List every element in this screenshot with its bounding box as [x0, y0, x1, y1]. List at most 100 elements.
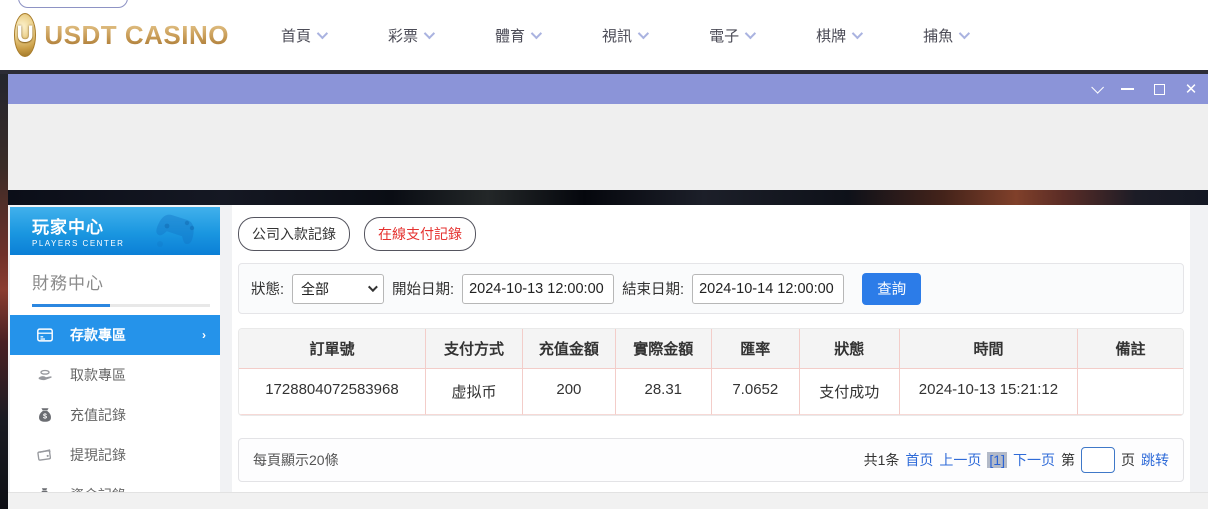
nav-item-label: 彩票	[388, 27, 419, 45]
logo-wordmark: USDT CASINO	[44, 19, 229, 50]
footer-strip	[8, 492, 1208, 509]
sidebar-item-label: 取款專區	[70, 367, 126, 383]
column-header: 實際金額	[615, 329, 712, 369]
close-icon: ✕	[1184, 80, 1198, 98]
sidebar-item-withdrawal-record[interactable]: 提現記錄	[10, 435, 220, 475]
nav-item-sports[interactable]: 體育	[495, 25, 543, 46]
collapse-chevron-icon	[1090, 80, 1104, 94]
column-header: 備註	[1078, 329, 1183, 369]
nav-item-lottery[interactable]: 彩票	[388, 25, 436, 46]
tab-company-deposit-record[interactable]: 公司入款記錄	[238, 217, 350, 251]
sidebar-item-recharge-record[interactable]: $ 充值記錄	[10, 395, 220, 435]
first-page-link[interactable]: 首页	[905, 450, 933, 470]
column-header: 匯率	[711, 329, 800, 369]
sidebar-item-label: 充值記錄	[70, 407, 126, 423]
cell-actual-amount: 28.31	[615, 369, 712, 415]
minimize-icon	[1120, 88, 1134, 90]
end-date-label: 結束日期:	[622, 282, 685, 298]
cell-time: 2024-10-13 15:21:12	[899, 369, 1079, 415]
sidebar-menu: 存款專區 › 取款專區 $ 充值記錄 提現記錄 資金記錄	[10, 315, 220, 492]
window-maximize-button[interactable]	[1144, 74, 1174, 104]
next-page-link[interactable]: 下一页	[1013, 450, 1055, 470]
pager: 共1条 首页 上一页 [1] 下一页 第 页 跳转	[864, 447, 1169, 473]
cell-recharge-amount: 200	[523, 369, 616, 415]
nav-item-fishing[interactable]: 捕魚	[923, 25, 971, 46]
column-header: 訂單號	[239, 329, 426, 369]
chevron-right-icon: ›	[202, 328, 206, 342]
top-navigation: U USDT CASINO 首頁 彩票 體育 視訊 電子 棋牌 捕魚	[0, 0, 1208, 70]
background-photo-strip	[0, 70, 8, 509]
section-title: 財務中心	[32, 274, 104, 293]
nav-item-live[interactable]: 視訊	[602, 25, 650, 46]
nav-item-label: 棋牌	[816, 27, 847, 45]
sidebar-item-label: 資金記錄	[70, 485, 206, 492]
nav-item-slots[interactable]: 電子	[709, 25, 757, 46]
withdraw-hand-icon	[36, 366, 54, 384]
svg-text:$: $	[43, 412, 47, 421]
cell-status: 支付成功	[799, 369, 900, 415]
sidebar-item-deposit[interactable]: 存款專區 ›	[10, 315, 220, 355]
cell-payment-method: 虚拟币	[425, 369, 524, 415]
window-titlebar: ✕	[8, 74, 1208, 104]
nav-item-home[interactable]: 首頁	[281, 25, 329, 46]
column-header: 支付方式	[425, 329, 524, 369]
jump-prefix-label: 第	[1061, 452, 1075, 468]
page-size-text: 每頁顯示20條	[253, 452, 339, 468]
sidebar-item-funds-record[interactable]: 資金記錄	[10, 475, 220, 492]
chevron-down-icon	[637, 27, 650, 40]
page-jump-input[interactable]	[1081, 447, 1115, 473]
start-date-input[interactable]	[462, 273, 615, 304]
column-header: 狀態	[799, 329, 900, 369]
logo-monogram: U	[16, 21, 34, 48]
nav-menu: 首頁 彩票 體育 視訊 電子 棋牌 捕魚	[281, 25, 971, 46]
record-tabs: 公司入款記錄 在線支付記錄	[238, 217, 1184, 251]
status-select[interactable]: 全部	[292, 273, 385, 304]
sidebar-item-withdraw[interactable]: 取款專區	[10, 355, 220, 395]
nav-item-label: 體育	[495, 27, 526, 45]
window-close-button[interactable]: ✕	[1176, 74, 1206, 104]
section-underline	[32, 304, 210, 307]
prev-page-link[interactable]: 上一页	[939, 450, 981, 470]
pagination-bar: 每頁顯示20條 共1条 首页 上一页 [1] 下一页 第 页 跳转	[238, 438, 1184, 482]
logo[interactable]: U USDT CASINO	[14, 13, 229, 57]
table-header-row: 訂單號 支付方式 充值金額 實際金額 匯率 狀態 時間 備註	[239, 329, 1183, 369]
start-date-label: 開始日期:	[392, 282, 455, 298]
sidebar-item-label: 存款專區	[70, 327, 126, 343]
top-cut-tab	[18, 0, 128, 8]
cell-order-number: 1728804072583968	[239, 369, 426, 415]
nav-item-cards[interactable]: 棋牌	[816, 25, 864, 46]
withdraw-wallet-icon	[36, 446, 54, 464]
nav-item-label: 首頁	[281, 27, 312, 45]
search-button[interactable]: 查詢	[862, 272, 922, 305]
records-table: 訂單號 支付方式 充值金額 實際金額 匯率 狀態 時間 備註 172880407…	[238, 328, 1184, 416]
tab-online-payment-record[interactable]: 在線支付記錄	[364, 217, 476, 251]
deposit-card-icon	[36, 326, 54, 344]
window-minimize-button[interactable]	[1112, 74, 1142, 104]
gamepad-icon	[156, 214, 195, 247]
status-label: 狀態:	[251, 282, 285, 298]
maximize-icon	[1153, 83, 1165, 95]
funds-bag-icon	[36, 486, 54, 492]
column-header: 充值金額	[523, 329, 616, 369]
logo-coin-icon: U	[14, 13, 37, 57]
window-collapse-button[interactable]	[1080, 74, 1110, 104]
filter-bar: 狀態: 全部 開始日期: 結束日期: 查詢	[238, 263, 1184, 314]
sidebar-item-label: 提現記錄	[70, 447, 126, 463]
total-count-text: 共1条	[863, 452, 900, 468]
chevron-down-icon	[958, 27, 971, 40]
chevron-down-icon	[316, 27, 329, 40]
end-date-input[interactable]	[692, 273, 845, 304]
chevron-down-icon	[851, 27, 864, 40]
jump-suffix-label: 页	[1121, 452, 1135, 468]
chevron-down-icon	[530, 27, 543, 40]
jump-button[interactable]: 跳转	[1141, 450, 1169, 470]
nav-item-label: 電子	[709, 27, 740, 45]
status-select-value: 全部	[301, 280, 330, 297]
current-page-indicator: [1]	[987, 452, 1007, 468]
table-row: 1728804072583968 虚拟币 200 28.31 7.0652 支付…	[239, 369, 1183, 415]
chevron-down-icon	[423, 27, 436, 40]
cell-remark	[1078, 369, 1183, 415]
banner-image-strip	[8, 190, 1208, 205]
nav-item-label: 捕魚	[923, 27, 954, 45]
chevron-down-icon	[367, 282, 378, 293]
